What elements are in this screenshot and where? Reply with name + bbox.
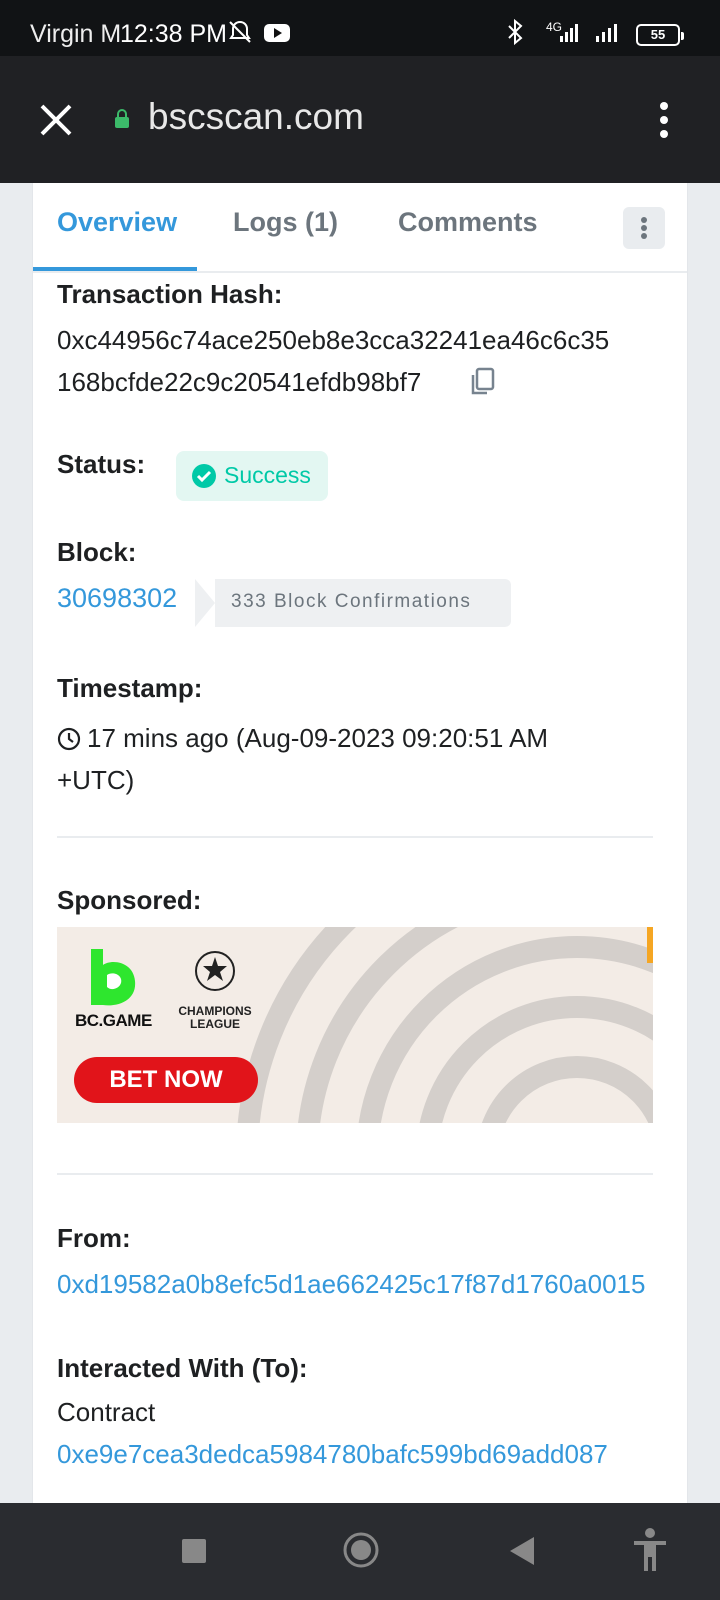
block-number-link[interactable]: 30698302	[57, 583, 177, 614]
block-confirmations-badge: 333 Block Confirmations	[195, 579, 511, 627]
transaction-hash-line1: 0xc44956c74ace250eb8e3cca32241ea46c6c35	[57, 325, 610, 355]
clock-time: 12:38 PM	[120, 20, 228, 48]
tab-overview[interactable]: Overview	[57, 207, 177, 238]
timestamp-line2: +UTC)	[57, 765, 135, 795]
ad-partner-text: CHAMPIONS LEAGUE	[178, 1004, 252, 1031]
sponsored-ad-banner[interactable]: BC.GAME CHAMPIONS LEAGUE BET NOW	[57, 927, 653, 1123]
tab-comments[interactable]: Comments	[398, 207, 538, 238]
carrier-label: Virgin M	[30, 20, 122, 48]
lock-icon	[115, 109, 129, 128]
battery-icon: 55	[636, 24, 684, 46]
transaction-card: Overview Logs (1) Comments Transaction H…	[32, 183, 688, 1503]
divider	[57, 836, 653, 838]
to-address-link[interactable]: 0xe9e7cea3dedca5984780bafc599bd69add087	[57, 1433, 608, 1475]
signal-2-icon	[596, 24, 617, 42]
recents-icon[interactable]	[180, 1537, 208, 1565]
timestamp-label: Timestamp:	[57, 673, 203, 703]
active-tab-indicator	[33, 267, 197, 271]
from-address-link[interactable]: 0xd19582a0b8efc5d1ae662425c17f87d1760a00…	[57, 1263, 645, 1305]
youtube-icon	[264, 24, 290, 42]
home-icon[interactable]	[342, 1531, 380, 1569]
accessibility-icon[interactable]	[630, 1527, 670, 1573]
status-label: Status:	[57, 449, 146, 479]
tab-more-button[interactable]	[623, 207, 665, 249]
interacted-with-label: Interacted With (To):	[57, 1353, 308, 1383]
clock-icon	[57, 727, 81, 751]
from-label: From:	[57, 1223, 131, 1253]
status-bar: Virgin M 12:38 PM 4G 55	[0, 0, 720, 56]
bluetooth-icon	[508, 18, 523, 46]
more-vert-icon[interactable]	[650, 98, 678, 142]
signal-icon	[560, 24, 578, 42]
block-label: Block:	[57, 537, 137, 567]
timestamp-line1: 17 mins ago (Aug-09-2023 09:20:51 AM	[87, 723, 549, 753]
transaction-hash-line2: 168bcfde22c9c20541efdb98bf7	[57, 367, 422, 397]
check-circle-icon	[192, 464, 216, 488]
divider	[57, 1173, 653, 1175]
bc-game-logo-icon	[91, 949, 136, 1006]
ad-brand-text: BC.GAME	[75, 1011, 152, 1030]
champions-league-star-icon	[195, 951, 235, 991]
url-text[interactable]: bscscan.com	[148, 96, 364, 138]
bell-muted-icon	[229, 20, 251, 43]
bet-now-button[interactable]: BET NOW	[74, 1057, 258, 1103]
status-value: Success	[224, 462, 311, 488]
contract-prefix: Contract	[57, 1397, 156, 1427]
system-nav-bar	[0, 1503, 720, 1600]
browser-toolbar: bscscan.com	[0, 56, 720, 183]
tab-logs[interactable]: Logs (1)	[233, 207, 338, 238]
close-icon[interactable]	[34, 98, 78, 142]
tab-bar: Overview Logs (1) Comments	[33, 183, 687, 273]
transaction-hash-label: Transaction Hash:	[57, 279, 283, 309]
back-icon[interactable]	[508, 1535, 536, 1567]
copy-icon[interactable]	[469, 367, 495, 397]
sponsored-label: Sponsored:	[57, 885, 202, 915]
block-confirmations-text: 333 Block Confirmations	[231, 591, 472, 612]
status-badge: Success	[176, 451, 328, 501]
